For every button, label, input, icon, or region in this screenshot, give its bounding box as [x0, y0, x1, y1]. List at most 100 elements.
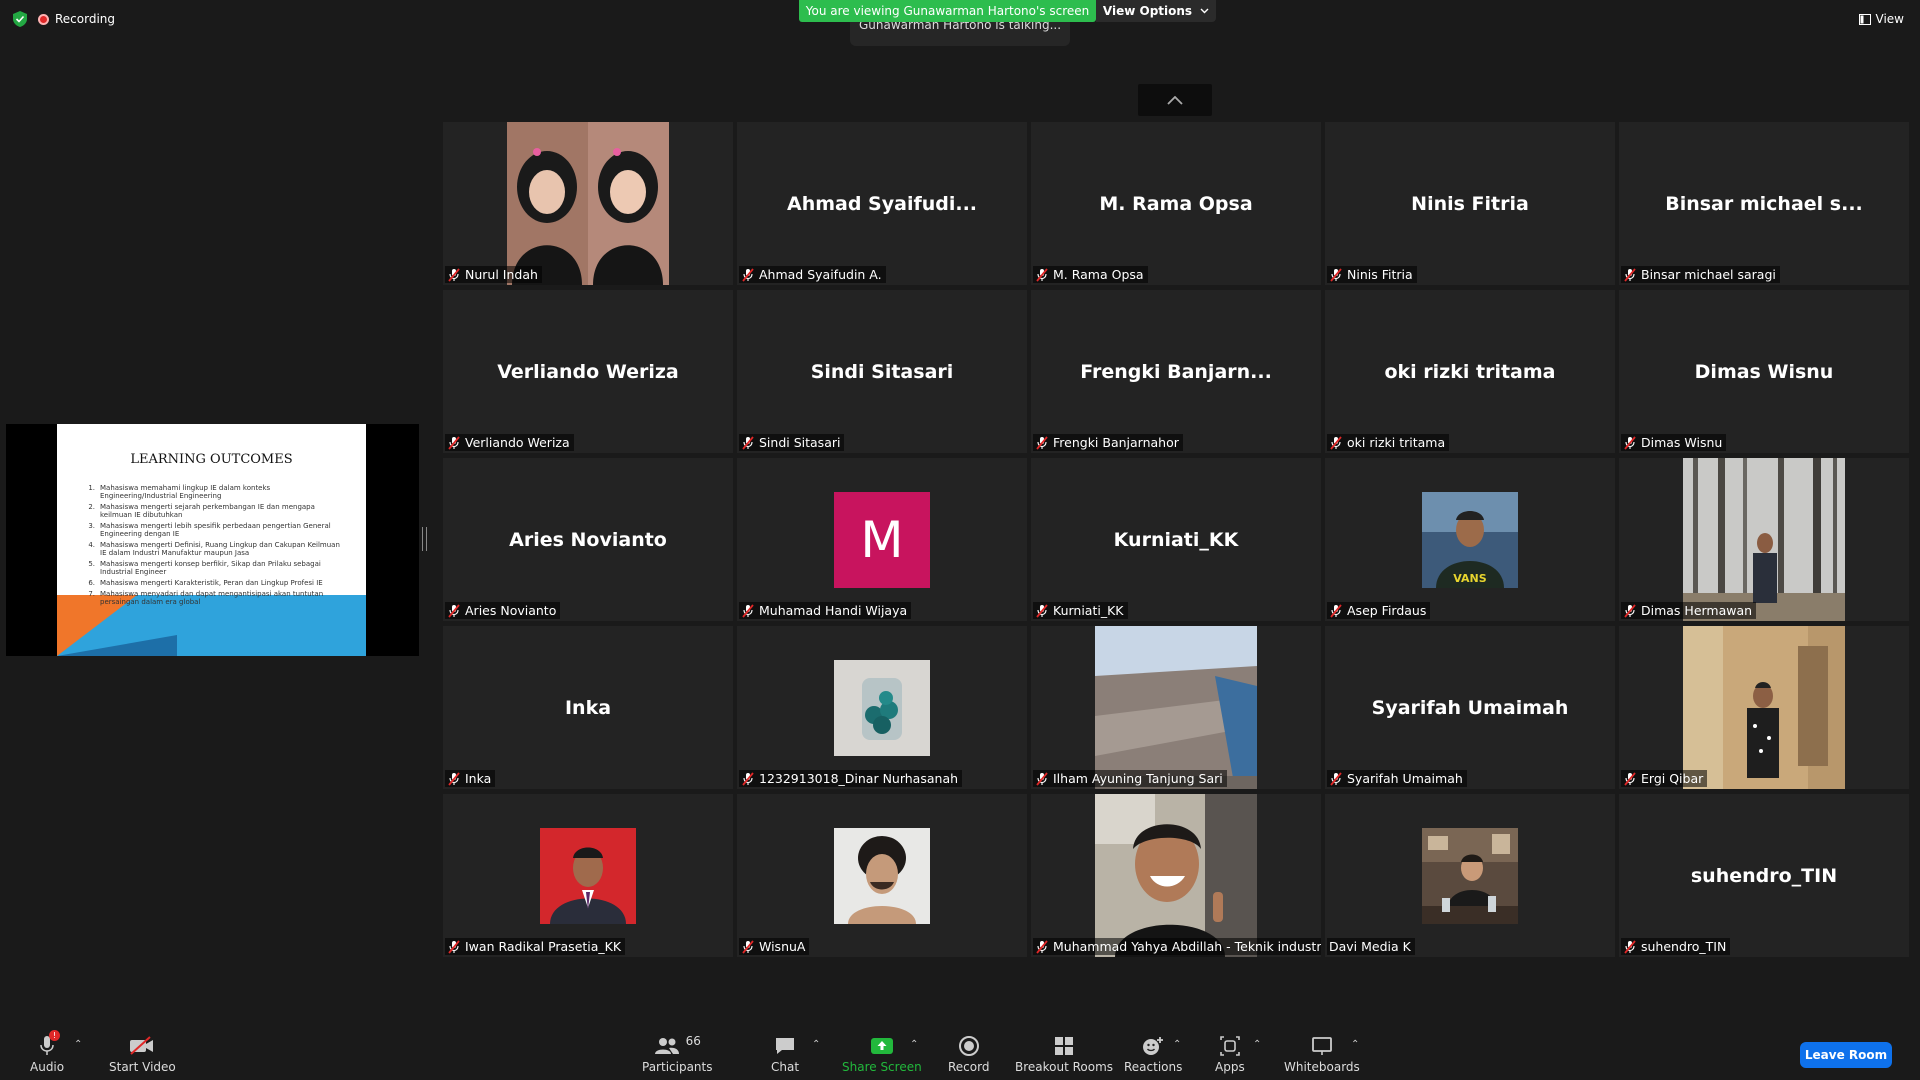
start-video-button[interactable]: Start Video [109, 1032, 176, 1074]
participant-tile[interactable]: Ergi Qibar [1619, 626, 1909, 789]
gallery-grid: Nurul Indah Ahmad Syaifudi... Ahmad Syaifu… [443, 122, 1909, 957]
chat-options-caret[interactable]: ⌃ [812, 1039, 820, 1050]
participant-tile[interactable]: Ilham Ayuning Tanjung Sari [1031, 626, 1321, 789]
participant-tile[interactable]: oki rizki tritama oki rizki tritama [1325, 290, 1615, 453]
participant-tile[interactable]: Kurniati_KK Kurniati_KK [1031, 458, 1321, 621]
participant-tile[interactable]: Sindi Sitasari Sindi Sitasari [737, 290, 1027, 453]
participant-tile[interactable]: Aries Novianto Aries Novianto [443, 458, 733, 621]
participant-tile[interactable]: Ninis Fitria Ninis Fitria [1325, 122, 1615, 285]
chat-icon [776, 1038, 795, 1054]
participant-tile[interactable]: WisnuA [737, 794, 1027, 957]
participant-name: Syarifah Umaimah [1347, 771, 1463, 786]
participant-name: Ahmad Syaifudin A. [759, 267, 882, 282]
participant-name-label: Kurniati_KK [1033, 602, 1128, 619]
participant-tile[interactable]: 1232913018_Dinar Nurhasanah [737, 626, 1027, 789]
slide-list-item: 1. Mahasiswa memahami lingkup IE dalam ko… [85, 484, 345, 500]
mic-muted-icon [1329, 267, 1343, 282]
participant-name: Inka [465, 771, 492, 786]
leave-room-button[interactable]: Leave Room [1800, 1042, 1892, 1068]
slide-list-item: 3. Mahasiswa mengerti lebih spesifik perb… [85, 522, 345, 538]
participant-tile[interactable]: Inka Inka [443, 626, 733, 789]
split-handle[interactable] [422, 527, 427, 551]
slide-list-item: 4. Mahasiswa mengerti Definisi, Ruang Lin… [85, 541, 345, 557]
shared-screen[interactable]: LEARNING OUTCOMES 1. Mahasiswa memahami l… [6, 424, 419, 656]
chat-button[interactable]: Chat [771, 1032, 799, 1074]
mic-muted-icon [1035, 939, 1049, 954]
participant-tile[interactable]: Davi Media K [1325, 794, 1615, 957]
audio-options-caret[interactable]: ⌃ [74, 1039, 82, 1050]
video-off-icon [130, 1036, 154, 1055]
whiteboards-button[interactable]: Whiteboards [1284, 1032, 1360, 1074]
participant-name-label: Iwan Radikal Prasetia_KK [445, 938, 626, 955]
participant-tile[interactable]: suhendro_TIN suhendro_TIN [1619, 794, 1909, 957]
participant-name: Davi Media K [1329, 939, 1411, 954]
mic-muted-icon [1623, 603, 1637, 618]
mic-muted-icon [1035, 435, 1049, 450]
participants-button[interactable]: 66 Participants [642, 1032, 713, 1074]
audio-button[interactable]: ! Audio [30, 1030, 64, 1074]
participant-tile[interactable]: Frengki Banjarn... Frengki Banjarnahor [1031, 290, 1321, 453]
participant-name: oki rizki tritama [1347, 435, 1446, 450]
participants-label: Participants [642, 1060, 713, 1074]
recording-indicator[interactable]: Recording [38, 12, 115, 26]
slide-item-number: 6. [88, 579, 95, 587]
participant-video [1095, 794, 1257, 957]
slide-item-text: Mahasiswa mengerti lebih spesifik perbed… [100, 522, 331, 538]
participant-tile[interactable]: Ahmad Syaifudi... Ahmad Syaifudin A. [737, 122, 1027, 285]
slide-item-text: Mahasiswa memahami lingkup IE dalam kont… [100, 484, 271, 500]
apps-options-caret[interactable]: ⌃ [1253, 1039, 1261, 1050]
participant-name-label: Ergi Qibar [1621, 770, 1708, 787]
participant-tile[interactable]: Syarifah Umaimah Syarifah Umaimah [1325, 626, 1615, 789]
slide-item-number: 1. [88, 484, 95, 492]
participant-name-label: Muhamad Handi Wijaya [739, 602, 912, 619]
participant-name-label: Binsar michael saragi [1621, 266, 1780, 283]
participant-display-name: M. Rama Opsa [1099, 192, 1253, 215]
slide-title: LEARNING OUTCOMES [130, 452, 293, 467]
view-options-button[interactable]: View Options [1096, 0, 1216, 22]
mic-muted-icon [1329, 603, 1343, 618]
apps-button[interactable]: Apps [1215, 1032, 1245, 1074]
participant-name: Sindi Sitasari [759, 435, 841, 450]
record-button[interactable]: Record [948, 1032, 989, 1074]
participant-name-label: Muhammad Yahya Abdillah - Teknik industr… [1033, 938, 1321, 955]
participant-name-label: 1232913018_Dinar Nurhasanah [739, 770, 963, 787]
participant-tile[interactable]: Muhammad Yahya Abdillah - Teknik industr… [1031, 794, 1321, 957]
participant-tile[interactable]: Binsar michael s... Binsar michael saragi [1619, 122, 1909, 285]
share-options-caret[interactable]: ⌃ [910, 1039, 918, 1050]
participant-name-label: Ninis Fitria [1327, 266, 1417, 283]
participant-tile[interactable]: Nurul Indah [443, 122, 733, 285]
slide-item-number: 7. [88, 590, 95, 598]
reactions-label: Reactions [1124, 1060, 1183, 1074]
participant-display-name: Syarifah Umaimah [1371, 696, 1569, 719]
mic-muted-icon [447, 435, 461, 450]
participant-tile[interactable]: Iwan Radikal Prasetia_KK [443, 794, 733, 957]
participant-tile[interactable]: Verliando Weriza Verliando Weriza [443, 290, 733, 453]
whiteboard-icon [1311, 1037, 1332, 1055]
scroll-up-button[interactable] [1138, 84, 1212, 116]
participant-tile[interactable]: VANS Asep Firdaus [1325, 458, 1615, 621]
participant-name: Binsar michael saragi [1641, 267, 1776, 282]
participant-display-name: suhendro_TIN [1690, 864, 1838, 887]
participant-tile[interactable]: Dimas Wisnu Dimas Wisnu [1619, 290, 1909, 453]
shield-icon[interactable] [12, 10, 28, 28]
participant-name: Dimas Wisnu [1641, 435, 1723, 450]
participant-tile[interactable]: Dimas Hermawan [1619, 458, 1909, 621]
reactions-options-caret[interactable]: ⌃ [1173, 1039, 1181, 1050]
participant-name-label: Ahmad Syaifudin A. [739, 266, 886, 283]
chevron-down-icon [1200, 8, 1209, 14]
whiteboards-options-caret[interactable]: ⌃ [1351, 1039, 1359, 1050]
slide-item-text: Mahasiswa menyadari dan dapat mengantisi… [100, 590, 324, 606]
participant-video [1095, 626, 1257, 789]
breakout-rooms-button[interactable]: Breakout Rooms [1015, 1032, 1113, 1074]
view-options-label: View Options [1102, 4, 1193, 18]
participant-tile[interactable]: M Muhamad Handi Wijaya [737, 458, 1027, 621]
participant-video [540, 827, 636, 924]
participant-name: Asep Firdaus [1347, 603, 1427, 618]
whiteboards-label: Whiteboards [1284, 1060, 1360, 1074]
view-button[interactable]: View [1858, 12, 1904, 26]
share-screen-label: Share Screen [842, 1060, 922, 1074]
participant-name-label: Verliando Weriza [445, 434, 574, 451]
participant-name-label: Dimas Hermawan [1621, 602, 1757, 619]
slide-list-item: 2. Mahasiswa mengerti sejarah perkembanga… [85, 503, 345, 519]
participant-tile[interactable]: M. Rama Opsa M. Rama Opsa [1031, 122, 1321, 285]
